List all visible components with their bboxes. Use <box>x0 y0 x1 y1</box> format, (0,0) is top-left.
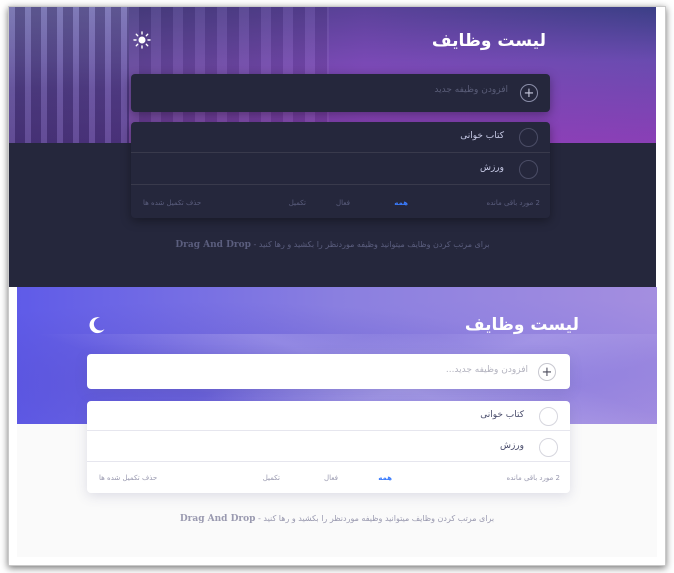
list-item[interactable]: ورزش <box>87 432 570 462</box>
clear-completed-button[interactable]: حذف تکمیل شده ها <box>143 199 201 207</box>
building-graphic <box>9 7 129 143</box>
hint-text: برای مرتب کردن وظایف میتوانید وظیفه مورد… <box>255 514 495 523</box>
checkbox-circle-icon[interactable] <box>539 438 558 457</box>
clear-completed-button[interactable]: حذف تکمیل شده ها <box>99 474 157 482</box>
new-todo-placeholder: افزودن وظیفه جدید <box>434 85 508 95</box>
checkbox-circle-icon[interactable] <box>519 160 538 179</box>
dark-theme-panel: لیست وظایف + افزودن وظیفه جدید کتاب خوان… <box>9 7 656 287</box>
filter-all-button[interactable]: همه <box>378 474 392 482</box>
drag-drop-hint: برای مرتب کردن وظایف میتوانید وظیفه مورد… <box>9 240 656 250</box>
todo-footer: 2 مورد باقی مانده همه فعال تکمیل حذف تکم… <box>131 188 550 218</box>
add-icon[interactable]: + <box>538 363 556 381</box>
checkbox-circle-icon[interactable] <box>539 407 558 426</box>
filter-completed-button[interactable]: تکمیل <box>289 199 306 207</box>
list-item[interactable]: کتاب خوانی <box>87 401 570 431</box>
filter-all-button[interactable]: همه <box>394 199 408 207</box>
filter-completed-button[interactable]: تکمیل <box>263 474 280 482</box>
new-todo-input[interactable]: + افزودن وظیفه جدید... <box>87 354 570 389</box>
list-item[interactable]: ورزش <box>131 154 550 185</box>
light-theme-panel: لیست وظایف + افزودن وظیفه جدید... کتاب خ… <box>17 287 657 557</box>
drag-drop-hint: برای مرتب کردن وظایف میتوانید وظیفه مورد… <box>17 514 657 524</box>
hint-brand: Drag And Drop <box>179 514 256 524</box>
todo-footer: 2 مورد باقی مانده همه فعال تکمیل حذف تکم… <box>87 463 570 493</box>
list-item[interactable]: کتاب خوانی <box>131 122 550 153</box>
todo-text: ورزش <box>499 441 524 451</box>
todo-text: کتاب خوانی <box>480 410 524 420</box>
todo-text: کتاب خوانی <box>460 131 504 141</box>
items-left-count: 2 مورد باقی مانده <box>506 474 560 482</box>
hint-brand: Drag And Drop <box>175 240 251 250</box>
filter-active-button[interactable]: فعال <box>336 199 350 207</box>
page-title: لیست وظایف <box>464 315 579 335</box>
todo-list: کتاب خوانی ورزش 2 مورد باقی مانده همه فع… <box>87 401 570 493</box>
moon-icon[interactable] <box>87 315 107 335</box>
sun-icon[interactable] <box>133 31 151 49</box>
new-todo-input[interactable]: + افزودن وظیفه جدید <box>131 74 550 112</box>
filter-active-button[interactable]: فعال <box>324 474 338 482</box>
todo-list: کتاب خوانی ورزش 2 مورد باقی مانده همه فع… <box>131 122 550 218</box>
new-todo-placeholder: افزودن وظیفه جدید... <box>445 365 528 375</box>
page-title: لیست وظایف <box>431 31 546 51</box>
add-icon[interactable]: + <box>520 84 538 102</box>
todo-text: ورزش <box>479 163 504 173</box>
checkbox-circle-icon[interactable] <box>519 128 538 147</box>
items-left-count: 2 مورد باقی مانده <box>486 199 540 207</box>
hint-text: برای مرتب کردن وظایف میتوانید وظیفه مورد… <box>250 240 490 249</box>
